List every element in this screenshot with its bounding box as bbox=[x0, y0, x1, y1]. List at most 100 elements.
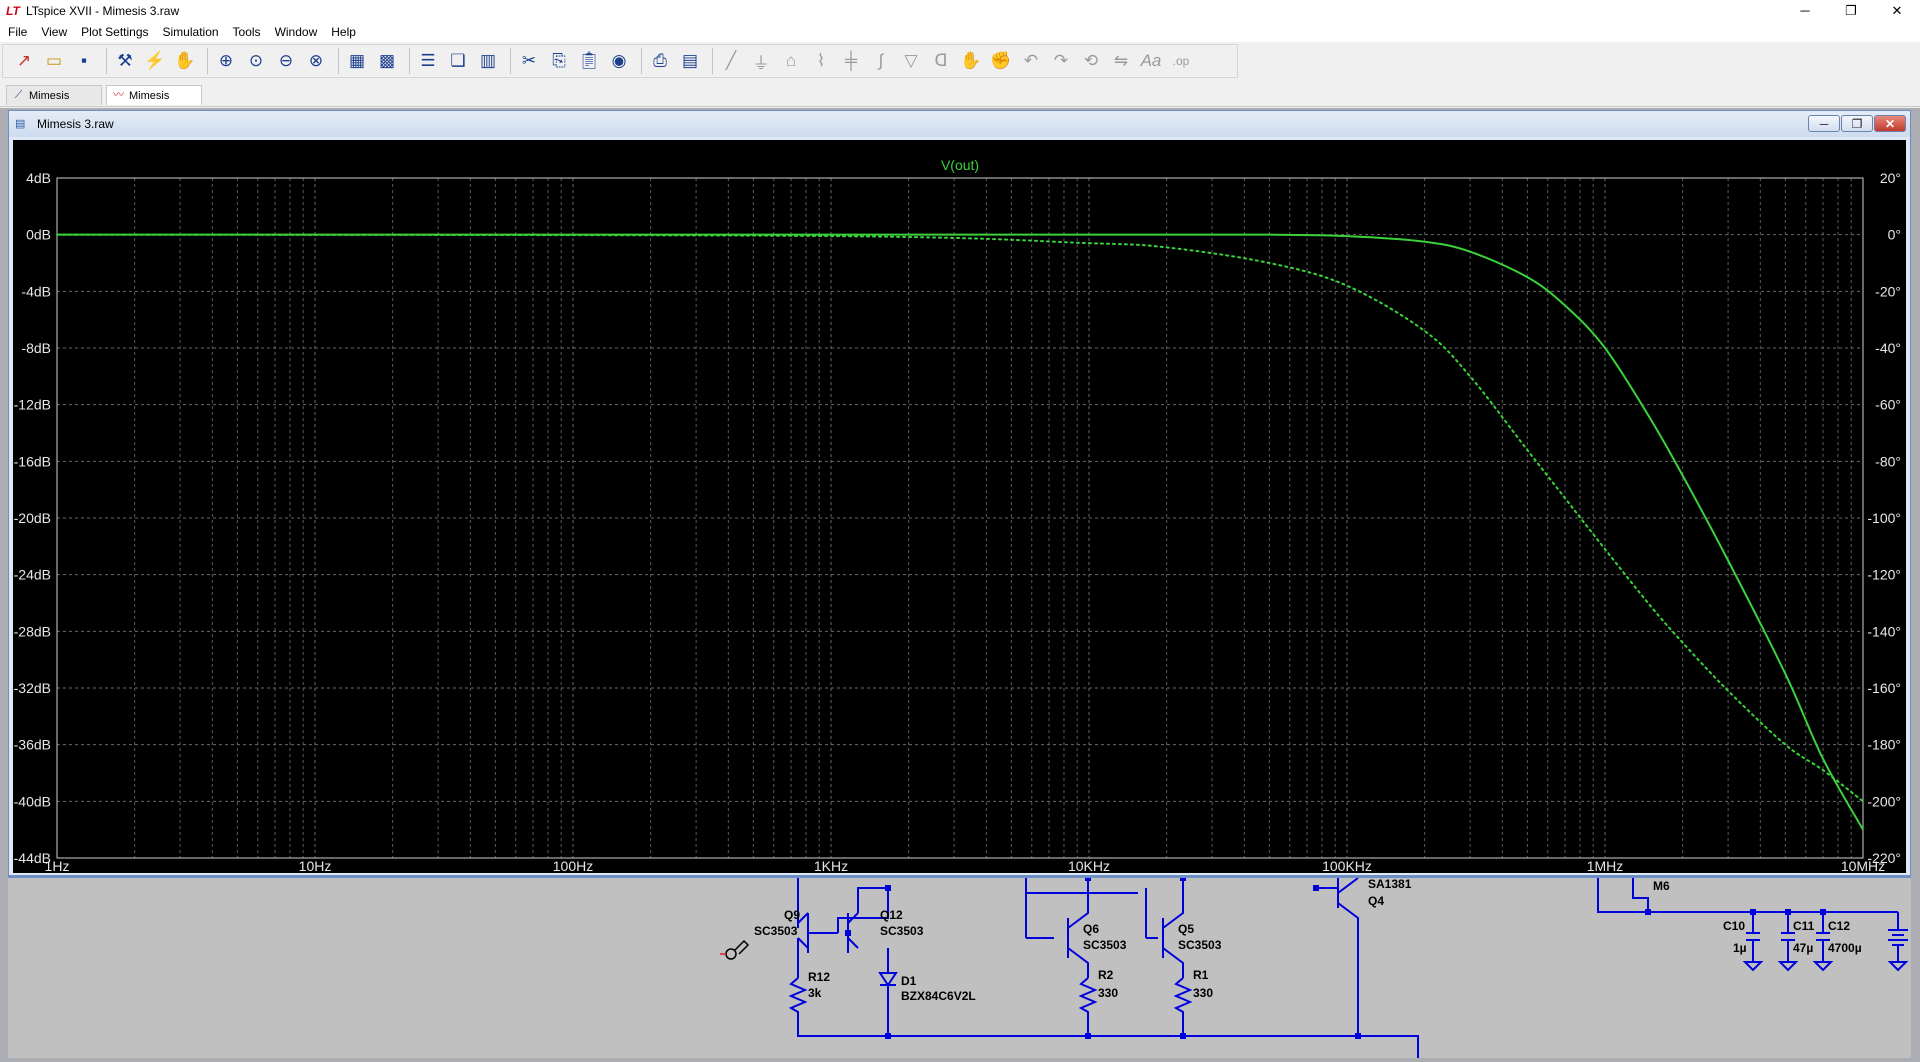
tile-horizontal-icon[interactable]: ☰ bbox=[415, 48, 441, 74]
c10-value: 1µ bbox=[1733, 941, 1747, 955]
schematic-canvas[interactable]: Q9 SC3503 Q12 SC3503 R12 3k D1 BZX84C6V2… bbox=[8, 878, 1911, 1058]
c10-label: C10 bbox=[1723, 919, 1745, 933]
q12-label: Q12 bbox=[880, 908, 903, 922]
plot-grid bbox=[56, 177, 1863, 859]
run-schematic-icon[interactable]: ↗ bbox=[11, 48, 37, 74]
menu-help[interactable]: Help bbox=[323, 25, 362, 39]
toolbar-separator bbox=[510, 48, 511, 74]
plot-curves bbox=[56, 233, 1864, 831]
copy-icon[interactable]: ⎘ bbox=[546, 48, 572, 74]
plot-window-titlebar[interactable]: ▤ Mimesis 3.raw ─ ❐ ✕ bbox=[9, 111, 1910, 137]
q5-label: Q5 bbox=[1178, 922, 1194, 936]
y-left-tick-label: -12dB bbox=[14, 397, 51, 413]
r1-value: 330 bbox=[1193, 986, 1213, 1000]
capacitor-icon[interactable]: ╪ bbox=[838, 48, 864, 74]
resistor-icon[interactable]: ⌇ bbox=[808, 48, 834, 74]
zoom-out-icon[interactable]: ⊖ bbox=[273, 48, 299, 74]
c11-label: C11 bbox=[1793, 919, 1815, 933]
c12-value: 4700µ bbox=[1828, 941, 1862, 955]
plot-restore-button[interactable]: ❐ bbox=[1841, 115, 1873, 132]
y-right-tick-label: -80° bbox=[1875, 453, 1901, 469]
zoom-in-icon[interactable]: ⊕ bbox=[213, 48, 239, 74]
y-right-tick-label: -180° bbox=[1867, 737, 1901, 753]
magnitude-trace bbox=[56, 233, 1864, 831]
y-right-tick-label: -200° bbox=[1867, 793, 1901, 809]
diode-icon[interactable]: ▽ bbox=[898, 48, 924, 74]
x-tick-label: 100Hz bbox=[553, 858, 593, 873]
ltspice-logo-icon: LT bbox=[6, 4, 20, 18]
menu-file[interactable]: File bbox=[0, 25, 33, 39]
wire-icon[interactable]: ╱ bbox=[718, 48, 744, 74]
save-icon[interactable]: ▪ bbox=[71, 48, 97, 74]
paste-icon[interactable]: 📋︎ bbox=[576, 48, 602, 74]
autorange-icon[interactable]: ▦ bbox=[344, 48, 370, 74]
tile-vertical-icon[interactable]: ▥ bbox=[475, 48, 501, 74]
toolbar-separator bbox=[106, 48, 107, 74]
r2-value: 330 bbox=[1098, 986, 1118, 1000]
menu-window[interactable]: Window bbox=[267, 25, 324, 39]
y-right-tick-label: -100° bbox=[1867, 510, 1901, 526]
rotate-icon[interactable]: ⟲ bbox=[1078, 48, 1104, 74]
halt-hand-icon[interactable]: ✋ bbox=[172, 48, 198, 74]
menu-tools[interactable]: Tools bbox=[225, 25, 267, 39]
m6-label: M6 bbox=[1653, 879, 1670, 893]
minimize-button[interactable]: ─ bbox=[1782, 0, 1828, 22]
y-left-tick-label: -36dB bbox=[14, 737, 51, 753]
toolbar-separator bbox=[207, 48, 208, 74]
waveform-icon: ▤ bbox=[15, 118, 26, 130]
cascade-icon[interactable]: ❏ bbox=[445, 48, 471, 74]
menu-simulation[interactable]: Simulation bbox=[155, 25, 225, 39]
q9-model: SC3503 bbox=[754, 924, 798, 938]
plot-close-button[interactable]: ✕ bbox=[1874, 115, 1906, 132]
plot-axis-labels: 1Hz 10Hz 100Hz 1KHz 10KHz 100KHz 1MHz 10MHz4dB0… bbox=[14, 170, 1901, 873]
window-title: LTspice XVII - Mimesis 3.raw bbox=[26, 4, 180, 18]
grid-icon[interactable]: ▩ bbox=[374, 48, 400, 74]
undo-icon[interactable]: ↶ bbox=[1018, 48, 1044, 74]
y-left-tick-label: -44dB bbox=[14, 850, 51, 866]
y-right-tick-label: -20° bbox=[1875, 283, 1901, 299]
y-right-tick-label: 20° bbox=[1880, 170, 1901, 186]
y-left-tick-label: 4dB bbox=[26, 170, 51, 186]
y-left-tick-label: -4dB bbox=[21, 283, 51, 299]
find-icon[interactable]: ◉ bbox=[606, 48, 632, 74]
waveform-icon: 〰 bbox=[113, 89, 124, 101]
redo-icon[interactable]: ↷ bbox=[1048, 48, 1074, 74]
y-left-tick-label: -20dB bbox=[14, 510, 51, 526]
menu-view[interactable]: View bbox=[33, 25, 73, 39]
mirror-icon[interactable]: ⇋ bbox=[1108, 48, 1134, 74]
schematic-window[interactable]: Q9 SC3503 Q12 SC3503 R12 3k D1 BZX84C6V2… bbox=[8, 876, 1911, 1058]
tab-waveform[interactable]: 〰 Mimesis 3.raw bbox=[106, 85, 202, 122]
r2-label: R2 bbox=[1098, 968, 1114, 982]
x-tick-label: 10KHz bbox=[1068, 858, 1110, 873]
plot-area[interactable]: 1Hz 10Hz 100Hz 1KHz 10KHz 100KHz 1MHz 10MHz 4dB 0… bbox=[13, 140, 1906, 873]
spice-directive-icon[interactable]: .op bbox=[1168, 48, 1194, 74]
drag-icon[interactable]: ✊ bbox=[988, 48, 1014, 74]
inductor-icon[interactable]: ∫ bbox=[868, 48, 894, 74]
zoom-area-icon[interactable]: ⊙ bbox=[243, 48, 269, 74]
open-folder-icon[interactable]: ▭ bbox=[41, 48, 67, 74]
plot-minimize-button[interactable]: ─ bbox=[1808, 115, 1840, 132]
plot-window[interactable]: ▤ Mimesis 3.raw ─ ❐ ✕ 1Hz 10Hz 100Hz 1KHz 10… bbox=[8, 110, 1911, 876]
cut-icon[interactable]: ✂ bbox=[516, 48, 542, 74]
label-net-icon[interactable]: ⌂ bbox=[778, 48, 804, 74]
run-icon[interactable]: ⚡ bbox=[142, 48, 168, 74]
q6-model: SC3503 bbox=[1083, 938, 1127, 952]
bode-plot[interactable]: 1Hz 10Hz 100Hz 1KHz 10KHz 100KHz 1MHz 10MHz4dB0… bbox=[13, 140, 1906, 873]
document-tabs: ⟋ Mimesis 3.asc 〰 Mimesis 3.raw bbox=[0, 80, 1920, 122]
ground-icon[interactable]: ⏚ bbox=[748, 48, 774, 74]
d1-label: D1 bbox=[901, 974, 917, 988]
component-icon[interactable]: ᗡ bbox=[928, 48, 954, 74]
print-setup-icon[interactable]: ▤ bbox=[677, 48, 703, 74]
zoom-fit-icon[interactable]: ⊗ bbox=[303, 48, 329, 74]
print-icon[interactable]: ⎙ bbox=[647, 48, 673, 74]
maximize-button[interactable]: ❐ bbox=[1828, 0, 1874, 22]
tab-schematic[interactable]: ⟋ Mimesis 3.asc bbox=[6, 85, 102, 122]
menu-plot-settings[interactable]: Plot Settings bbox=[73, 25, 154, 39]
text-icon[interactable]: Aa bbox=[1138, 48, 1164, 74]
toolbar-separator bbox=[641, 48, 642, 74]
control-panel-icon[interactable]: ⚒ bbox=[112, 48, 138, 74]
move-icon[interactable]: ✋ bbox=[958, 48, 984, 74]
y-right-tick-label: -120° bbox=[1867, 567, 1901, 583]
close-button[interactable]: ✕ bbox=[1874, 0, 1920, 22]
trace-title[interactable]: V(out) bbox=[941, 157, 979, 173]
